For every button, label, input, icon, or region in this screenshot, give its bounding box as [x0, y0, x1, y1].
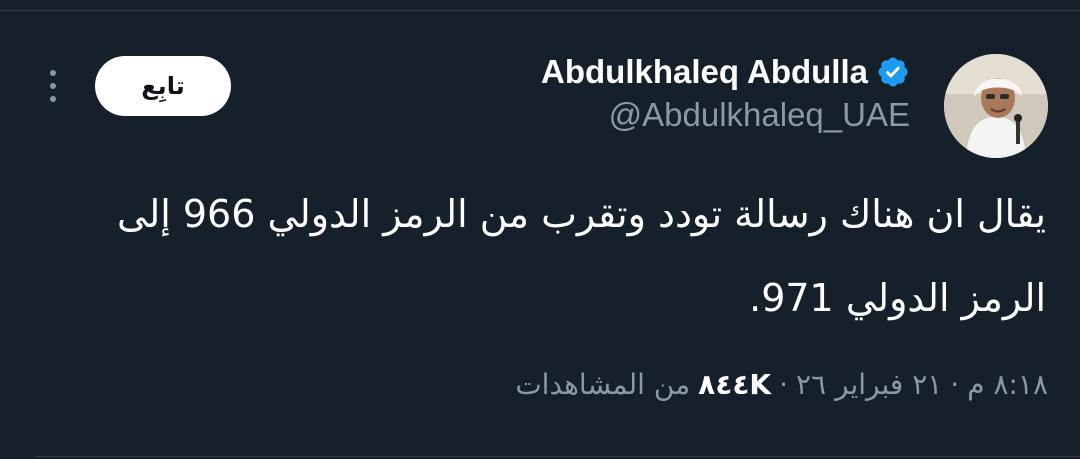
more-options-button[interactable]	[38, 62, 68, 110]
author-display-name[interactable]: Abdulkhaleq Abdulla	[541, 53, 868, 91]
author-handle[interactable]: @Abdulkhaleq_UAE	[609, 96, 910, 134]
tweet-date[interactable]: ٢١ فبراير ٢٦	[796, 368, 942, 401]
meta-separator: ·	[950, 367, 960, 401]
views-count[interactable]: ٨٤٤K	[698, 368, 771, 401]
follow-button[interactable]: تابِع	[95, 56, 231, 116]
tweet-text: يقال ان هناك رسالة تودد وتقرب من الرمز ا…	[116, 192, 1046, 320]
verified-badge-icon	[876, 55, 910, 89]
more-dot	[50, 83, 56, 89]
views-label: من المشاهدات	[515, 367, 691, 401]
tweet-meta: ٨:١٨ م · ٢١ فبراير ٢٦ · ٨٤٤K من المشاهدا…	[515, 362, 1048, 406]
author-avatar[interactable]	[944, 54, 1048, 158]
tweet-time[interactable]: ٨:١٨ م	[967, 368, 1048, 401]
author-name-row[interactable]: Abdulkhaleq Abdulla	[541, 50, 910, 94]
bottom-divider	[35, 456, 1080, 457]
meta-separator: ·	[779, 367, 789, 401]
more-dot	[50, 70, 56, 76]
top-divider	[0, 10, 1080, 11]
more-dot	[50, 96, 56, 102]
